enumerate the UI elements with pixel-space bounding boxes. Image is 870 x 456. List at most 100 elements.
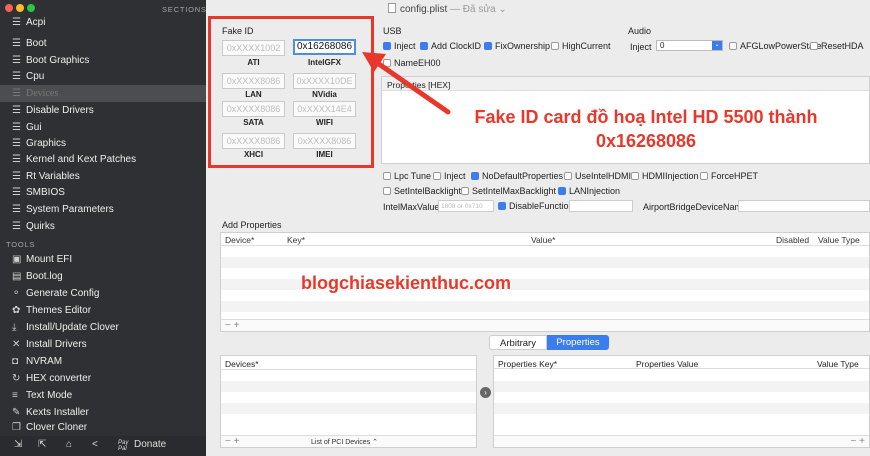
list-icon: ☰ (12, 138, 21, 149)
lan-injection-checkbox[interactable]: LANInjection (558, 186, 620, 196)
column-disabled[interactable]: Disabled (776, 235, 809, 245)
airport-bridge-input[interactable] (738, 200, 870, 212)
tool-generate-config[interactable]: ⚬ Generate Config (12, 285, 202, 302)
checkbox-icon (433, 172, 441, 180)
sidebar-item-rt-variables[interactable]: ☰ Rt Variables (12, 168, 202, 185)
force-hpet-checkbox[interactable]: ForceHPET (700, 171, 758, 181)
list-icon: ☰ (12, 187, 21, 198)
checkbox-mixed-icon (471, 172, 479, 180)
list-icon: ☰ (12, 38, 21, 49)
tools-header: TOOLS (6, 240, 36, 249)
arrow-right-icon[interactable]: › (480, 387, 491, 398)
set-intel-max-backlight-checkbox[interactable]: SetIntelMaxBacklight (461, 186, 556, 196)
column-key[interactable]: Key* (287, 235, 305, 245)
share-icon[interactable]: < (92, 439, 98, 450)
usb-fix-ownership-checkbox[interactable]: FixOwnership (484, 41, 550, 51)
tab-arbitrary[interactable]: Arbitrary (489, 335, 547, 350)
sidebar-item-acpi[interactable]: ☰ Acpi (12, 14, 202, 31)
fake-id-lan-label: LAN (245, 90, 262, 99)
home-icon[interactable]: ⌂ (66, 439, 72, 450)
column-value[interactable]: Value* (531, 235, 555, 245)
fake-id-lan-field[interactable]: 0xXXXX8086 (222, 73, 285, 89)
tool-boot-log[interactable]: ▤ Boot.log (12, 268, 202, 285)
sidebar-item-boot-graphics[interactable]: ☰ Boot Graphics (12, 52, 202, 69)
tool-text-mode[interactable]: ≡ Text Mode (12, 387, 202, 404)
remove-device-button[interactable]: − (225, 436, 231, 447)
add-device-button[interactable]: + (234, 436, 240, 447)
column-properties-key[interactable]: Properties Key* (498, 359, 557, 369)
column-properties-value[interactable]: Properties Value (636, 359, 698, 369)
column-properties-value-type[interactable]: Value Type (817, 359, 859, 369)
remove-row-button[interactable]: − (225, 320, 231, 331)
column-device[interactable]: Device* (225, 235, 254, 245)
sidebar-item-quirks[interactable]: ☰ Quirks (12, 218, 202, 235)
tool-install-update-clover[interactable]: ⤓ Install/Update Clover (12, 319, 202, 336)
zoom-window-icon[interactable] (27, 4, 35, 12)
disable-functions-checkbox[interactable]: DisableFunctions (498, 201, 578, 211)
usb-title: USB (383, 26, 402, 36)
properties-list[interactable]: Properties Key* Properties Value Value T… (493, 355, 870, 448)
tool-themes-editor[interactable]: ✿ Themes Editor (12, 302, 202, 319)
audio-afg-checkbox[interactable]: AFGLowPowerState (729, 41, 822, 51)
tab-properties[interactable]: Properties (547, 335, 609, 350)
disable-functions-input[interactable] (569, 200, 633, 212)
sidebar-item-boot[interactable]: ☰ Boot (12, 35, 202, 52)
fake-id-nvidia-field[interactable]: 0xXXXX10DE (293, 73, 356, 89)
devices-list[interactable]: Devices* − + List of PCI Devices ⌃ (220, 355, 477, 448)
fake-id-imei-field[interactable]: 0xXXXX8086 (293, 133, 356, 149)
fake-id-xhci-field[interactable]: 0xXXXX8086 (222, 133, 285, 149)
refresh-icon: ↻ (12, 373, 21, 384)
audio-inject-select[interactable]: 0 ⌄ (656, 40, 723, 51)
tool-install-drivers[interactable]: ✕ Install Drivers (12, 336, 202, 353)
audio-reset-hda-checkbox[interactable]: ResetHDA (810, 41, 864, 51)
intel-max-value-input[interactable]: 1808 or 0x710 (438, 200, 494, 212)
sidebar-item-gui[interactable]: ☰ Gui (12, 119, 202, 136)
checkbox-mixed-icon (558, 187, 566, 195)
chevron-down-icon: ⌄ (712, 41, 722, 50)
tool-hex-converter[interactable]: ↻ HEX converter (12, 370, 202, 387)
fake-id-ati-label: ATI (247, 58, 260, 67)
sidebar-item-system-parameters[interactable]: ☰ System Parameters (12, 201, 202, 218)
tool-mount-efi[interactable]: ▣ Mount EFI (12, 251, 202, 268)
sidebar-item-devices[interactable]: ☰ Devices (0, 85, 206, 102)
use-intel-hdmi-checkbox[interactable]: UseIntelHDMI (564, 171, 631, 181)
list-icon: ☰ (12, 88, 21, 99)
usb-high-current-checkbox[interactable]: HighCurrent (551, 41, 611, 51)
list-icon: ☰ (12, 171, 21, 182)
fake-id-ati-field[interactable]: 0xXXXX1002 (222, 40, 285, 56)
no-default-properties-checkbox[interactable]: NoDefaultProperties (471, 171, 563, 181)
set-intel-backlight-checkbox[interactable]: SetIntelBacklight (383, 186, 461, 196)
palette-icon: ✿ (12, 305, 21, 316)
donate-button[interactable]: Donate (134, 439, 166, 450)
checkbox-icon (631, 172, 639, 180)
list-icon: ☰ (12, 122, 21, 133)
tool-clover-cloner[interactable]: ❐ Clover Cloner (12, 419, 202, 436)
inject-checkbox[interactable]: Inject (433, 171, 466, 181)
checkbox-icon (383, 172, 391, 180)
sidebar-item-disable-drivers[interactable]: ☰ Disable Drivers (12, 102, 202, 119)
list-icon: ☰ (12, 55, 21, 66)
sidebar-item-graphics[interactable]: ☰ Graphics (12, 135, 202, 152)
fake-id-title: Fake ID (222, 26, 254, 36)
column-value-type[interactable]: Value Type (818, 235, 860, 245)
export-icon[interactable]: ⇱ (38, 439, 46, 450)
fake-id-intelgfx-label: IntelGFX (308, 58, 341, 67)
chip-icon: ◘ (12, 356, 19, 367)
remove-property-button[interactable]: − + (851, 436, 865, 447)
fake-id-sata-field[interactable]: 0xXXXX8086 (222, 101, 285, 117)
fake-id-intelgfx-field[interactable]: 0x16268086 (293, 39, 356, 55)
checkbox-icon (564, 172, 572, 180)
fake-id-wifi-field[interactable]: 0xXXXX14E4 (293, 101, 356, 117)
lpc-tune-checkbox[interactable]: Lpc Tune (383, 171, 431, 181)
sidebar-item-cpu[interactable]: ☰ Cpu (12, 68, 202, 85)
minimize-window-icon[interactable] (16, 4, 24, 12)
add-row-button[interactable]: + (234, 320, 240, 331)
hdmi-injection-checkbox[interactable]: HDMIInjection (631, 171, 699, 181)
tool-nvram[interactable]: ◘ NVRAM (12, 353, 202, 370)
sidebar-item-kernel-kext[interactable]: ☰ Kernel and Kext Patches (12, 151, 202, 168)
close-window-icon[interactable] (5, 4, 13, 12)
import-icon[interactable]: ⇲ (14, 439, 22, 450)
add-properties-title: Add Properties (222, 220, 282, 230)
pci-devices-popup[interactable]: List of PCI Devices ⌃ (311, 437, 378, 448)
sidebar-item-smbios[interactable]: ☰ SMBIOS (12, 184, 202, 201)
